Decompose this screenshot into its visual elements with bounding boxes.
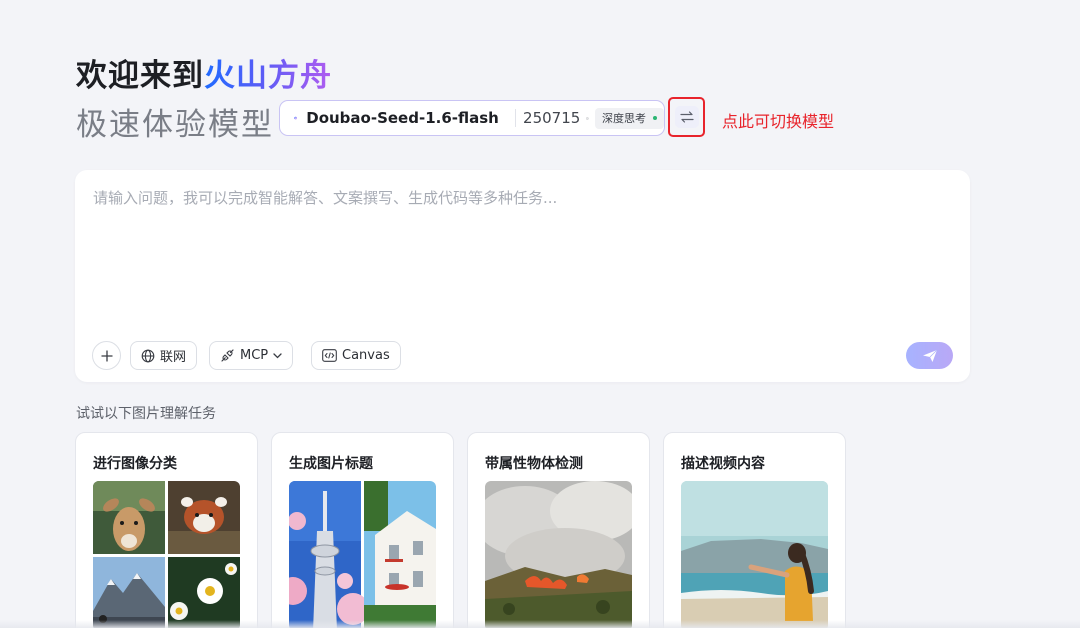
- card-thumbnail: [289, 481, 436, 628]
- info-icon[interactable]: [586, 111, 589, 126]
- bottom-fade: [0, 620, 1080, 628]
- deep-thinking-label: 深度思考: [602, 112, 646, 125]
- model-version: 250715: [523, 109, 581, 127]
- web-search-label: 联网: [160, 350, 187, 365]
- chat-input[interactable]: 请输入问题，我可以完成智能解答、文案撰写、生成代码等多种任务...: [93, 187, 557, 208]
- task-card-object-detection[interactable]: 带属性物体检测: [467, 432, 650, 628]
- swap-icon: [679, 111, 694, 123]
- send-button[interactable]: [906, 342, 953, 369]
- card-thumbnail: [681, 481, 828, 628]
- deep-thinking-badge: 深度思考: [595, 107, 664, 129]
- status-dot: [653, 116, 657, 120]
- switch-model-button[interactable]: [674, 106, 699, 128]
- card-title: 进行图像分类: [93, 456, 177, 472]
- model-logo-icon: [294, 116, 297, 120]
- welcome-title: 欢迎来到火山方舟: [76, 50, 332, 95]
- task-card-image-caption[interactable]: 生成图片标题: [271, 432, 454, 628]
- canvas-label: Canvas: [342, 348, 390, 363]
- task-card-video-description[interactable]: 描述视频内容: [663, 432, 846, 628]
- card-title: 描述视频内容: [681, 456, 765, 472]
- card-thumbnail: [485, 481, 632, 628]
- suggestions-label: 试试以下图片理解任务: [76, 406, 216, 422]
- mcp-dropdown[interactable]: MCP: [209, 341, 294, 370]
- brand-name: 火山方舟: [204, 58, 332, 94]
- chat-input-box[interactable]: 请输入问题，我可以完成智能解答、文案撰写、生成代码等多种任务... 联网 MCP: [75, 170, 970, 382]
- canvas-button[interactable]: Canvas: [311, 341, 401, 370]
- mcp-label: MCP: [240, 348, 269, 363]
- model-selector[interactable]: Doubao-Seed-1.6-flash 250715 深度思考: [279, 100, 665, 136]
- chevron-down-icon: [273, 352, 282, 358]
- add-attachment-button[interactable]: [92, 341, 121, 370]
- card-title: 带属性物体检测: [485, 456, 583, 472]
- globe-icon: [141, 349, 155, 362]
- send-icon: [922, 349, 937, 362]
- web-search-button[interactable]: 联网: [130, 341, 198, 370]
- plug-icon: [221, 349, 234, 362]
- task-card-image-classification[interactable]: 进行图像分类: [75, 432, 258, 628]
- card-thumbnail: [93, 481, 240, 628]
- welcome-prefix: 欢迎来到: [76, 58, 204, 94]
- plus-icon: [100, 349, 113, 362]
- page-subtitle: 极速体验模型: [76, 107, 274, 143]
- card-title: 生成图片标题: [289, 456, 373, 472]
- code-icon: [322, 349, 337, 362]
- switch-model-highlight[interactable]: [668, 97, 705, 137]
- model-name: Doubao-Seed-1.6-flash: [306, 109, 499, 127]
- switch-model-hint: 点此可切换模型: [722, 112, 835, 131]
